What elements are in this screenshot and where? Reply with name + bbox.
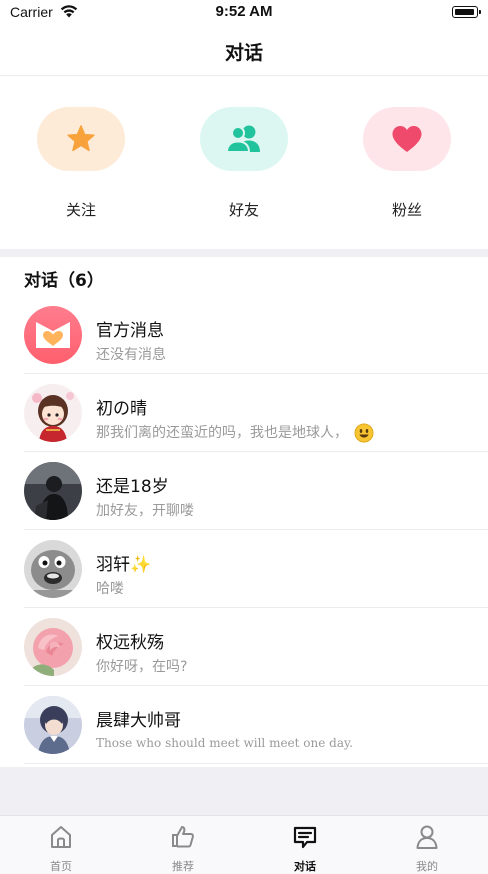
profile-icon bbox=[416, 825, 438, 849]
conversation-list: 官方消息 还没有消息 初の晴 那我们离的还蛮近的吗，我也是地球人， 还是18岁 … bbox=[0, 296, 488, 766]
row-divider bbox=[24, 763, 488, 764]
conversation-name: 官方消息 bbox=[96, 321, 164, 341]
fans-label: 粉丝 bbox=[391, 201, 422, 219]
anime-boy-avatar bbox=[24, 696, 82, 754]
conversation-preview: 你好呀，在吗? bbox=[96, 659, 188, 675]
conversations-header: 对话（6） bbox=[24, 271, 104, 291]
conversation-name: 还是18岁 bbox=[96, 477, 169, 497]
conversation-row[interactable]: 初の晴 那我们离的还蛮近的吗，我也是地球人， bbox=[0, 374, 488, 452]
conversation-name: 权远秋殇 bbox=[96, 633, 164, 653]
conversation-name-text: 羽轩 bbox=[96, 555, 130, 575]
quick-actions: 关注 好友 粉丝 bbox=[0, 77, 488, 249]
tab-home-label: 首页 bbox=[50, 860, 72, 873]
conversation-name: 初の晴 bbox=[96, 399, 147, 419]
thumbs-up-icon bbox=[172, 826, 194, 848]
battery-icon bbox=[452, 6, 481, 18]
smiley-emoji-icon bbox=[354, 423, 374, 443]
conversation-row[interactable]: 羽轩✨ 哈喽 bbox=[0, 530, 488, 608]
chat-icon bbox=[293, 826, 317, 849]
star-icon bbox=[67, 125, 95, 152]
section-divider bbox=[0, 249, 488, 257]
official-logo-avatar bbox=[24, 306, 82, 364]
nav-header: 对话 bbox=[0, 26, 488, 76]
tab-profile-label: 我的 bbox=[416, 860, 438, 873]
conversation-preview: 还没有消息 bbox=[96, 347, 166, 363]
sparkles-icon: ✨ bbox=[130, 555, 152, 575]
list-footer-space bbox=[0, 767, 488, 815]
conversation-preview: 那我们离的还蛮近的吗，我也是地球人， bbox=[96, 422, 374, 443]
conversation-preview-text: 那我们离的还蛮近的吗，我也是地球人， bbox=[96, 425, 348, 441]
tab-chat[interactable]: 对话 bbox=[265, 824, 345, 873]
conversations-screen: Carrier 9:52 AM 对话 关注 好友 粉丝 对话（6） 官方消息 还… bbox=[0, 0, 488, 874]
dark-photo-avatar bbox=[24, 462, 82, 520]
rose-avatar bbox=[24, 618, 82, 676]
friends-icon bbox=[225, 125, 260, 153]
follow-pill bbox=[37, 107, 125, 171]
conversation-row[interactable]: 权远秋殇 你好呀，在吗? bbox=[0, 608, 488, 686]
tab-home[interactable]: 首页 bbox=[21, 824, 101, 873]
friends-button[interactable]: 好友 bbox=[194, 107, 294, 227]
conversation-preview: Those who should meet will meet one day. bbox=[96, 736, 353, 750]
bw-cartoon-avatar bbox=[24, 540, 82, 598]
anime-girl-avatar bbox=[24, 384, 82, 442]
conversation-row[interactable]: 还是18岁 加好友，开聊喽 bbox=[0, 452, 488, 530]
friends-pill bbox=[200, 107, 288, 171]
conversation-name: 羽轩✨ bbox=[96, 550, 151, 575]
home-icon bbox=[51, 826, 71, 848]
conversation-name: 晨肆大帅哥 bbox=[96, 711, 181, 731]
clock-label: 9:52 AM bbox=[215, 3, 273, 20]
conversation-row[interactable]: 晨肆大帅哥 Those who should meet will meet on… bbox=[0, 686, 488, 764]
follow-button[interactable]: 关注 bbox=[31, 107, 131, 227]
page-title: 对话 bbox=[224, 42, 263, 64]
fans-button[interactable]: 粉丝 bbox=[357, 107, 457, 227]
fans-pill bbox=[363, 107, 451, 171]
heart-icon bbox=[392, 126, 422, 152]
conversation-preview: 加好友，开聊喽 bbox=[96, 503, 194, 519]
tab-chat-label: 对话 bbox=[294, 860, 316, 873]
friends-label: 好友 bbox=[228, 201, 259, 219]
conversation-row[interactable]: 官方消息 还没有消息 bbox=[0, 296, 488, 374]
tab-recommend[interactable]: 推荐 bbox=[143, 824, 223, 873]
follow-label: 关注 bbox=[65, 201, 96, 219]
tab-bar: 首页 推荐 对话 我的 bbox=[0, 815, 488, 874]
tab-profile[interactable]: 我的 bbox=[387, 824, 467, 873]
status-bar: Carrier 9:52 AM bbox=[0, 0, 488, 26]
tab-recommend-label: 推荐 bbox=[172, 860, 194, 873]
conversation-preview: 哈喽 bbox=[96, 581, 124, 597]
